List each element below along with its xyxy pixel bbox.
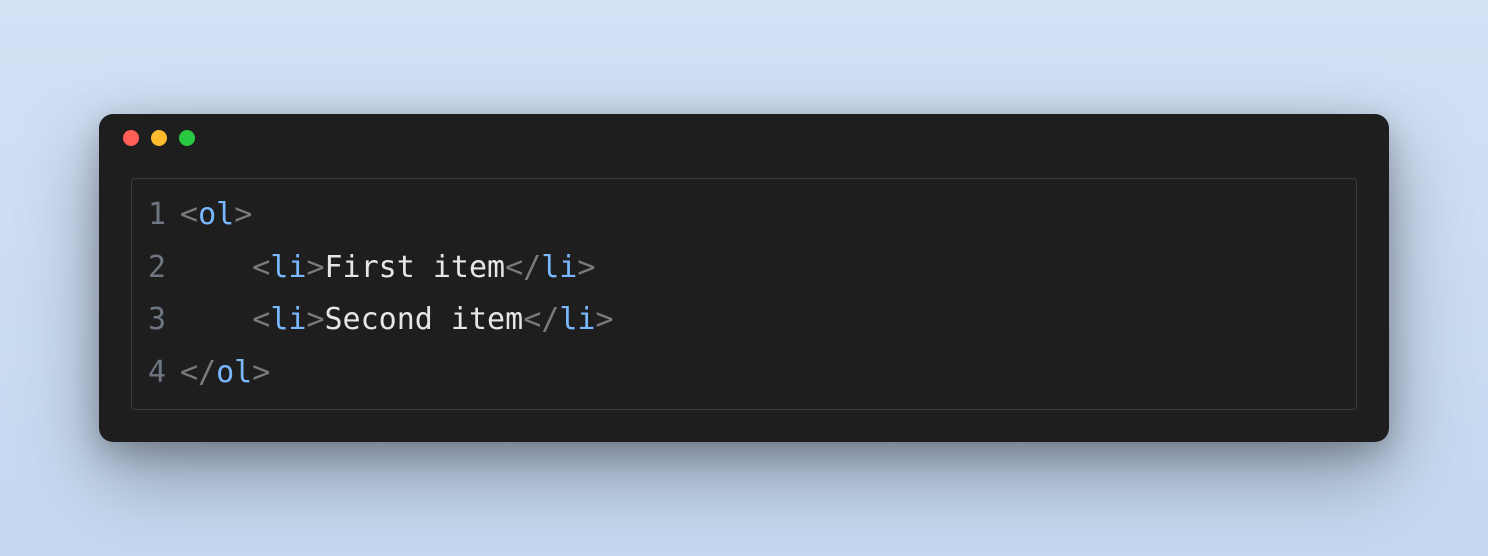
code-token-ang: > <box>306 302 324 337</box>
code-line[interactable]: 1<ol> <box>132 189 1356 242</box>
code-token-tag: li <box>559 302 595 337</box>
code-area[interactable]: 1<ol>2 <li>First item</li>3 <li>Second i… <box>131 178 1357 410</box>
code-editor-window: 1<ol>2 <li>First item</li>3 <li>Second i… <box>99 114 1389 442</box>
line-number: 2 <box>132 242 180 295</box>
minimize-icon[interactable] <box>151 130 167 146</box>
code-token-ang: > <box>595 302 613 337</box>
code-token-ang: < <box>252 250 270 285</box>
line-number: 1 <box>132 189 180 242</box>
code-token-tag: ol <box>216 355 252 390</box>
code-content[interactable]: <li>Second item</li> <box>180 294 614 347</box>
code-line[interactable]: 4</ol> <box>132 347 1356 400</box>
code-token-tag: li <box>270 302 306 337</box>
code-token-ang: < <box>252 302 270 337</box>
code-token-ang: > <box>306 250 324 285</box>
line-number: 4 <box>132 347 180 400</box>
code-token-txt <box>180 302 252 337</box>
code-line[interactable]: 2 <li>First item</li> <box>132 242 1356 295</box>
code-token-tag: li <box>270 250 306 285</box>
titlebar <box>99 114 1389 162</box>
code-token-txt: First item <box>325 250 506 285</box>
line-number: 3 <box>132 294 180 347</box>
code-token-ang: > <box>577 250 595 285</box>
code-token-ang: </ <box>505 250 541 285</box>
code-content[interactable]: <ol> <box>180 189 252 242</box>
code-token-tag: ol <box>198 197 234 232</box>
code-token-txt: Second item <box>325 302 524 337</box>
code-token-ang: > <box>234 197 252 232</box>
code-token-ang: </ <box>180 355 216 390</box>
close-icon[interactable] <box>123 130 139 146</box>
code-token-ang: < <box>180 197 198 232</box>
code-content[interactable]: </ol> <box>180 347 270 400</box>
code-token-ang: > <box>252 355 270 390</box>
code-token-ang: </ <box>523 302 559 337</box>
code-token-tag: li <box>541 250 577 285</box>
code-line[interactable]: 3 <li>Second item</li> <box>132 294 1356 347</box>
code-token-txt <box>180 250 252 285</box>
code-content[interactable]: <li>First item</li> <box>180 242 595 295</box>
zoom-icon[interactable] <box>179 130 195 146</box>
